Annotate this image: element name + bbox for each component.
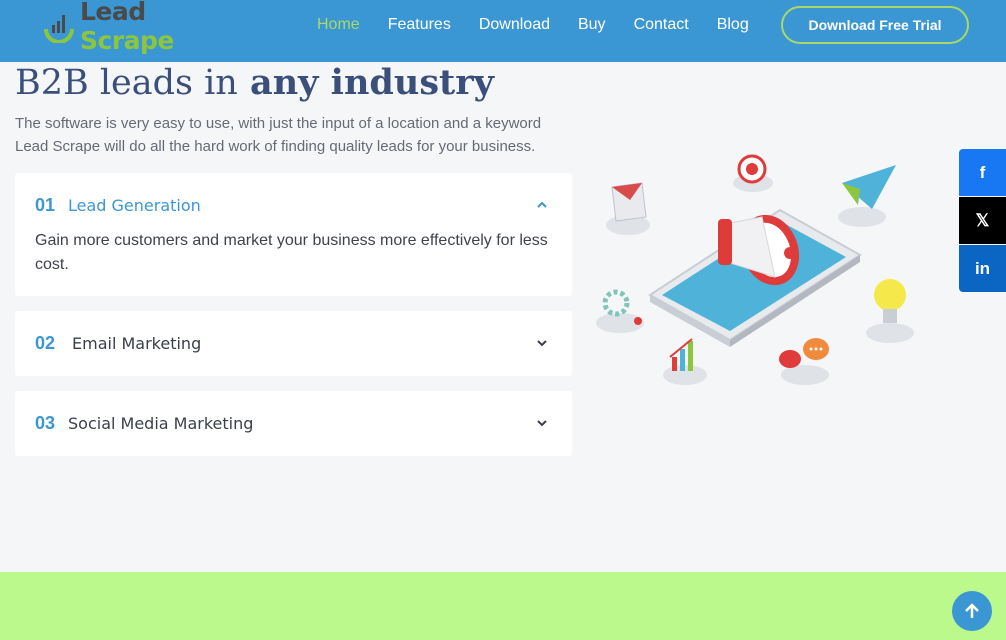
light-bulb-icon (866, 279, 914, 343)
accordion-header[interactable]: 03 Social Media Marketing (35, 391, 552, 456)
envelope-icon (606, 182, 650, 235)
site-header: Lead Scrape Home Features Download Buy C… (0, 0, 1006, 62)
linkedin-icon: in (974, 258, 991, 278)
bar-chart-icon (663, 338, 707, 385)
title-plain: B2B leads in (15, 63, 238, 103)
accordion-body: Gain more customers and market your busi… (35, 232, 548, 273)
facebook-share-button[interactable]: f (959, 149, 1006, 196)
nav-contact[interactable]: Contact (634, 16, 689, 34)
marketing-illustration (596, 154, 914, 385)
title-bold: any industry (250, 62, 494, 103)
nav-blog[interactable]: Blog (717, 16, 749, 34)
nav-download[interactable]: Download (479, 16, 550, 34)
nav-home[interactable]: Home (317, 16, 360, 34)
chat-bubbles-icon (779, 338, 829, 385)
download-free-trial-button[interactable]: Download Free Trial (781, 6, 969, 44)
chevron-down-icon (537, 340, 547, 347)
linkedin-share-button[interactable]: in (959, 245, 1006, 292)
target-icon (733, 154, 773, 192)
footer-band (0, 572, 1006, 640)
logo[interactable]: Lead Scrape (42, 0, 222, 55)
logo-text: Lead Scrape (80, 0, 222, 55)
back-to-top-button[interactable] (952, 591, 992, 631)
nav-features[interactable]: Features (388, 16, 451, 34)
accordion-title: Social Media Marketing (68, 414, 254, 433)
accordion-number: 03 (35, 413, 56, 433)
chevron-up-icon (537, 201, 547, 208)
chevron-down-icon (537, 420, 547, 427)
main-nav: Home Features Download Buy Contact Blog (303, 0, 763, 50)
logo-icon (42, 9, 76, 44)
accordion-item-lead-generation: 01 Lead Generation Gain more customers a… (15, 173, 572, 296)
logo-word-scrape: Scrape (80, 26, 174, 55)
paper-plane-icon (838, 165, 896, 227)
accordion-title: Lead Generation (68, 195, 201, 215)
x-share-button[interactable]: 𝕏 (959, 197, 1006, 244)
accordion-number: 02 (35, 333, 56, 353)
arrow-up-icon (965, 603, 979, 618)
gear-icon (596, 289, 644, 333)
facebook-icon: f (979, 162, 986, 182)
hero-description: The software is very easy to use, with j… (15, 115, 542, 155)
nav-buy[interactable]: Buy (578, 16, 606, 34)
accordion-title: Email Marketing (72, 334, 202, 353)
logo-word-lead: Lead (80, 0, 146, 26)
accordion-item-email-marketing: 02 Email Marketing (15, 311, 572, 376)
accordion-header[interactable]: 02 Email Marketing (35, 311, 552, 376)
page-title: B2B leads in any industry (15, 62, 494, 103)
x-icon: 𝕏 (975, 210, 990, 230)
accordion-item-social-media-marketing: 03 Social Media Marketing (15, 391, 572, 456)
accordion-number: 01 (35, 194, 56, 215)
accordion-header[interactable]: 01 Lead Generation (35, 173, 552, 237)
